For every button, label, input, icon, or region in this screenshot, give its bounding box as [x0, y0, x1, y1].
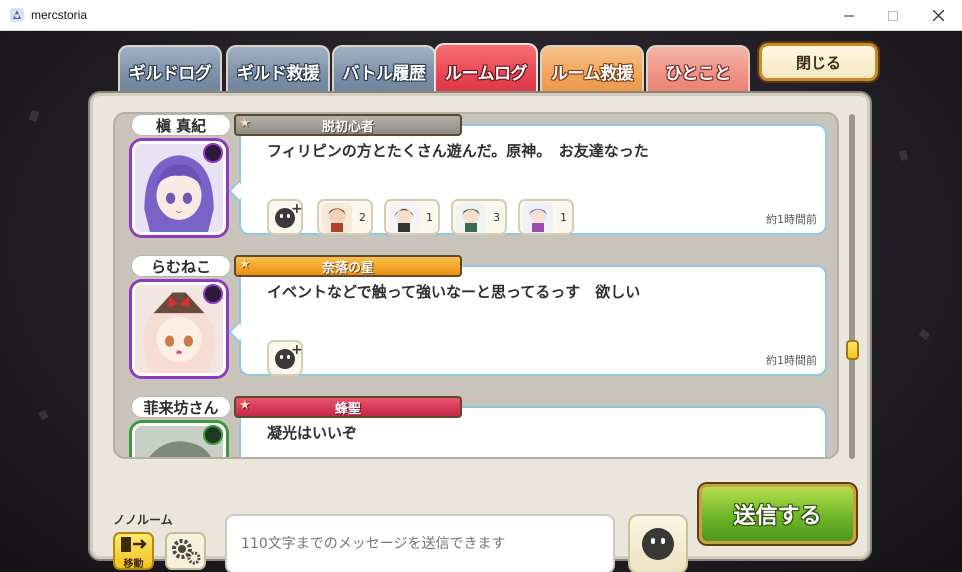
tab-guild-log[interactable]: ギルドログ — [118, 45, 222, 95]
plus-icon: + — [291, 342, 303, 358]
maximize-button[interactable] — [870, 0, 916, 31]
gear-icon — [172, 539, 201, 565]
stamp-button[interactable] — [628, 514, 688, 572]
player-name[interactable]: 菲来坊さん — [131, 396, 231, 418]
element-badge-icon — [203, 143, 223, 163]
smiley-icon — [642, 528, 674, 560]
reaction-count: 3 — [493, 211, 500, 224]
close-icon — [932, 10, 944, 21]
reaction-chip[interactable]: 1 — [384, 199, 440, 235]
message-entry: フィリピンの方とたくさん遊んだ。原神。 お友達なった + 2 1 3 1 約1時… — [115, 114, 837, 254]
player-title: 脱初心者 — [321, 119, 374, 135]
message-list[interactable]: フィリピンの方とたくさん遊んだ。原神。 お友達なった + 2 1 3 1 約1時… — [113, 112, 839, 459]
message-bubble: フィリピンの方とたくさん遊んだ。原神。 お友達なった + 2 1 3 1 約1時… — [239, 124, 827, 235]
scrollbar-thumb[interactable] — [846, 340, 859, 360]
message-input[interactable] — [225, 514, 615, 572]
add-reaction-button[interactable]: + — [267, 340, 303, 376]
background-confetti — [38, 409, 49, 421]
player-title-badge: ★ 蜂聖 — [234, 396, 462, 418]
reaction-chip[interactable]: 3 — [451, 199, 507, 235]
reaction-count: 1 — [426, 211, 433, 224]
player-title-badge: ★ 奈落の星 — [234, 255, 462, 277]
close-window-button[interactable] — [915, 0, 961, 31]
message-text: 凝光はいいぞ — [267, 424, 358, 442]
background-confetti — [28, 109, 40, 123]
move-room-button[interactable]: 移動 — [113, 532, 154, 570]
app-icon — [10, 8, 24, 22]
message-bubble: イベントなどで触って強いなーと思ってるっす 欲しい + 約1時間前 — [239, 265, 827, 376]
background-confetti — [918, 329, 931, 340]
room-name-label: ノノルーム — [113, 513, 173, 527]
background-confetti — [898, 150, 909, 161]
close-button[interactable]: 閉じる — [759, 43, 878, 81]
room-log-panel: フィリピンの方とたくさん遊んだ。原神。 お友達なった + 2 1 3 1 約1時… — [90, 93, 870, 572]
reaction-chip[interactable]: 1 — [518, 199, 574, 235]
element-badge-icon — [203, 284, 223, 304]
exit-door-icon — [121, 537, 147, 552]
window-titlebar: mercstoria — [0, 0, 962, 31]
message-entry: 凝光はいいぞ 菲来坊さん ★ 蜂聖 — [115, 396, 837, 457]
tab-hitokoto[interactable]: ひとこと — [646, 45, 750, 95]
reaction-count: 2 — [359, 211, 366, 224]
chibi-reaction-icon — [322, 203, 352, 233]
reaction-count: 1 — [560, 211, 567, 224]
minimize-button[interactable] — [826, 0, 872, 31]
maximize-icon — [888, 10, 898, 21]
tab-room-rescue[interactable]: ルーム救援 — [540, 45, 644, 95]
chibi-reaction-icon — [523, 203, 553, 233]
tab-room-log[interactable]: ルームログ — [434, 43, 538, 97]
add-reaction-button[interactable]: + — [267, 199, 303, 235]
player-name[interactable]: 槇 真紀 — [131, 114, 231, 136]
reaction-chip[interactable]: 2 — [317, 199, 373, 235]
tab-battle-history[interactable]: バトル履歴 — [332, 45, 436, 95]
element-badge-icon — [203, 425, 223, 445]
chibi-reaction-icon — [456, 203, 486, 233]
message-time: 約1時間前 — [766, 213, 817, 226]
chibi-reaction-icon — [389, 203, 419, 233]
minimize-icon — [844, 15, 854, 16]
game-screen: ギルドログ ギルド救援 バトル履歴 ルームログ ルーム救援 ひとこと 閉じる フ… — [0, 31, 962, 572]
plus-icon: + — [291, 201, 303, 217]
scrollbar-track[interactable] — [849, 114, 855, 459]
player-title: 奈落の星 — [321, 260, 374, 276]
star-icon: ★ — [239, 257, 251, 272]
player-title: 蜂聖 — [334, 401, 361, 417]
message-text: フィリピンの方とたくさん遊んだ。原神。 お友達なった — [267, 142, 649, 160]
move-room-label: 移動 — [123, 559, 144, 570]
message-entry: イベントなどで触って強いなーと思ってるっす 欲しい + 約1時間前 らむねこ ★… — [115, 255, 837, 395]
star-icon: ★ — [239, 398, 251, 413]
player-title-badge: ★ 脱初心者 — [234, 114, 462, 136]
tab-guild-rescue[interactable]: ギルド救援 — [226, 45, 330, 95]
settings-button[interactable] — [165, 532, 206, 570]
star-icon: ★ — [239, 116, 251, 131]
send-button[interactable]: 送信する — [699, 484, 856, 544]
player-name[interactable]: らむねこ — [131, 255, 231, 277]
message-time: 約1時間前 — [766, 354, 817, 367]
message-text: イベントなどで触って強いなーと思ってるっす 欲しい — [267, 283, 641, 301]
window-title: mercstoria — [31, 8, 88, 22]
